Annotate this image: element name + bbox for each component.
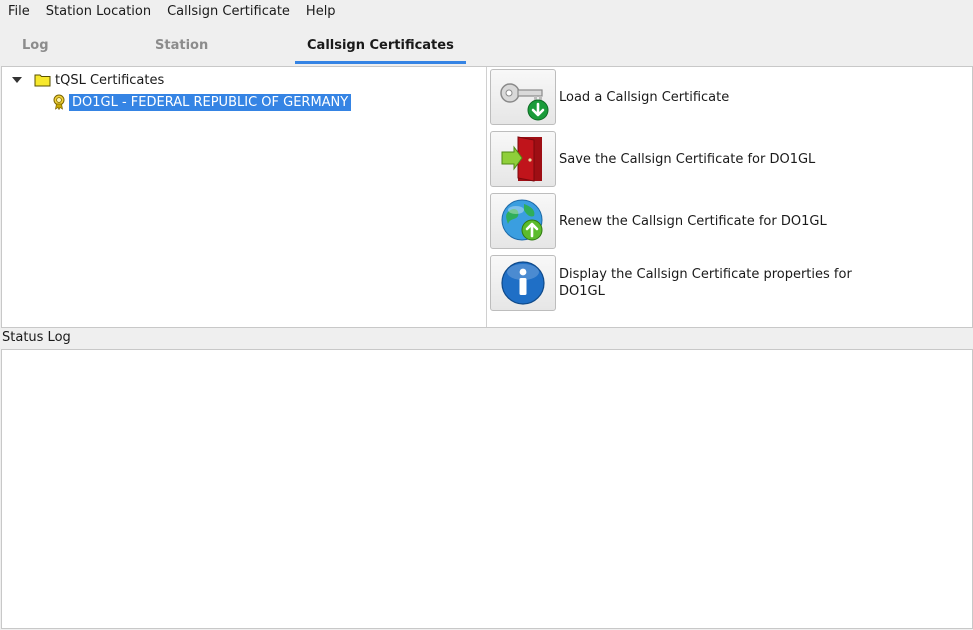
action-save-row: Save the Callsign Certificate for DO1GL bbox=[490, 131, 879, 187]
status-log[interactable] bbox=[1, 349, 973, 629]
load-certificate-text: Load a Callsign Certificate bbox=[559, 89, 730, 105]
expander-icon[interactable] bbox=[12, 77, 22, 83]
menu-help[interactable]: Help bbox=[298, 0, 344, 24]
folder-icon bbox=[34, 74, 51, 87]
tree-certificate-row[interactable]: DO1GL - FEDERAL REPUBLIC OF GERMANY bbox=[52, 92, 352, 112]
actions-pane: Load a Callsign Certificate Save the Cal… bbox=[488, 67, 972, 327]
menu-station-location[interactable]: Station Location bbox=[38, 0, 159, 24]
tree-certificate-label: DO1GL - FEDERAL REPUBLIC OF GERMANY bbox=[69, 93, 352, 111]
certificate-properties-button[interactable] bbox=[490, 255, 556, 311]
renew-certificate-text: Renew the Callsign Certificate for DO1GL bbox=[559, 213, 827, 229]
tab-log-operations[interactable]: Log Operations bbox=[10, 28, 143, 89]
tqsl-window: File Station Location Callsign Certifica… bbox=[0, 0, 973, 630]
menu-callsign-certificate[interactable]: Callsign Certificate bbox=[159, 0, 298, 24]
menu-file[interactable]: File bbox=[0, 0, 38, 24]
action-load-row: Load a Callsign Certificate bbox=[490, 69, 879, 125]
tab-strip: Log Operations Station Locations Callsig… bbox=[0, 28, 973, 89]
info-icon bbox=[501, 261, 545, 305]
tab-callsign-certificates[interactable]: Callsign Certificates bbox=[295, 28, 466, 64]
tab-station-locations[interactable]: Station Locations bbox=[143, 28, 295, 89]
status-log-label: Status Log bbox=[2, 330, 71, 345]
certificate-badge-icon bbox=[53, 94, 65, 110]
save-certificate-text: Save the Callsign Certificate for DO1GL bbox=[559, 151, 816, 167]
key-download-icon bbox=[500, 83, 549, 121]
action-properties-row: Display the Callsign Certificate propert… bbox=[490, 255, 879, 311]
door-save-icon bbox=[501, 136, 542, 182]
save-certificate-button[interactable] bbox=[490, 131, 556, 187]
load-certificate-button[interactable] bbox=[490, 69, 556, 125]
certificates-panel: tQSL Certificates DO1GL - FEDERAL REPUBL… bbox=[1, 66, 973, 328]
menubar: File Station Location Callsign Certifica… bbox=[0, 0, 973, 24]
certificate-tree: tQSL Certificates DO1GL - FEDERAL REPUBL… bbox=[2, 67, 487, 327]
globe-renew-icon bbox=[501, 199, 543, 241]
certificate-properties-text: Display the Callsign Certificate propert… bbox=[559, 267, 852, 299]
tree-root-row[interactable]: tQSL Certificates bbox=[12, 70, 164, 90]
renew-certificate-button[interactable] bbox=[490, 193, 556, 249]
action-renew-row: Renew the Callsign Certificate for DO1GL bbox=[490, 193, 879, 249]
tree-root-label: tQSL Certificates bbox=[55, 72, 165, 88]
